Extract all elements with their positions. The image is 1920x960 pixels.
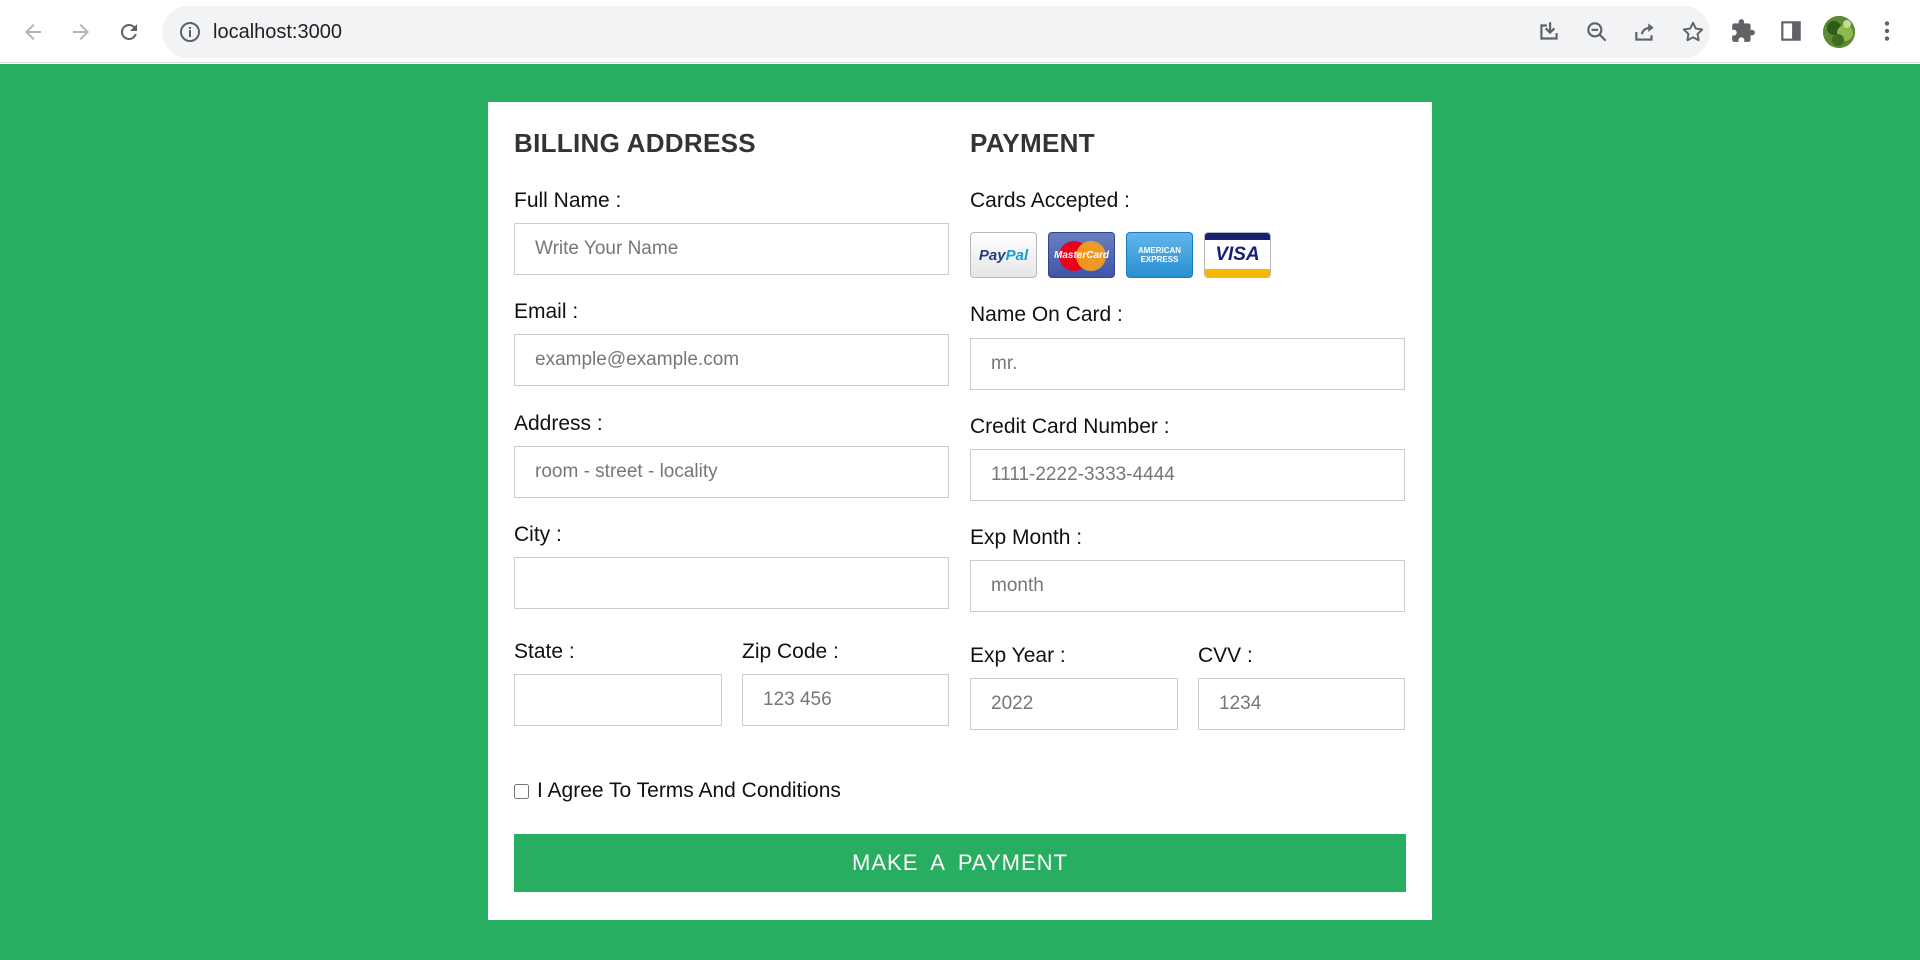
full-name-input[interactable] [514, 223, 949, 275]
exp-month-input[interactable] [970, 560, 1405, 612]
exp-year-label: Exp Year : [970, 644, 1066, 667]
state-input[interactable] [514, 674, 722, 726]
avatar-image [1823, 16, 1855, 48]
make-payment-button[interactable]: MAKE A PAYMENT [514, 834, 1406, 892]
email-label: Email : [514, 300, 579, 323]
address-label: Address : [514, 412, 603, 435]
email-input[interactable] [514, 334, 949, 386]
mastercard-icon: MasterCard [1048, 232, 1115, 278]
city-label: City : [514, 523, 562, 546]
exp-year-input[interactable] [970, 678, 1178, 730]
name-on-card-input[interactable] [970, 338, 1405, 390]
info-icon[interactable] [178, 20, 202, 44]
bookmark-star-icon[interactable] [1680, 19, 1706, 45]
page-viewport: BILLING ADDRESS Full Name : Email : Addr… [0, 64, 1920, 960]
arrow-right-icon [73, 24, 89, 40]
forward-button[interactable] [62, 13, 100, 51]
terms-agreement[interactable]: I Agree To Terms And Conditions [514, 779, 841, 803]
back-button[interactable] [14, 13, 52, 51]
arrow-left-icon [25, 24, 41, 40]
install-app-icon[interactable] [1536, 19, 1562, 45]
address-input[interactable] [514, 446, 949, 498]
visa-icon: VISA [1204, 232, 1271, 278]
terms-checkbox[interactable] [514, 783, 529, 799]
zoom-icon[interactable] [1584, 19, 1610, 45]
cvv-label: CVV : [1198, 644, 1253, 667]
browser-toolbar: localhost:3000 [0, 0, 1920, 63]
url-text[interactable]: localhost:3000 [213, 21, 342, 44]
reload-button[interactable] [110, 13, 148, 51]
card-number-input[interactable] [970, 449, 1405, 501]
full-name-label: Full Name : [514, 189, 622, 212]
side-panel-icon[interactable] [1778, 18, 1804, 44]
terms-label[interactable]: I Agree To Terms And Conditions [537, 779, 841, 803]
payment-heading: PAYMENT [970, 128, 1095, 158]
city-input[interactable] [514, 557, 949, 609]
address-bar[interactable]: localhost:3000 [162, 6, 1710, 58]
checkout-form: BILLING ADDRESS Full Name : Email : Addr… [488, 102, 1432, 920]
amex-icon: AMERICAN EXPRESS [1126, 232, 1193, 278]
name-on-card-label: Name On Card : [970, 303, 1123, 326]
cards-accepted-label: Cards Accepted : [970, 189, 1130, 212]
card-number-label: Credit Card Number : [970, 415, 1170, 438]
zip-label: Zip Code : [742, 640, 839, 663]
share-icon[interactable] [1632, 19, 1658, 45]
zip-input[interactable] [742, 674, 949, 726]
exp-month-label: Exp Month : [970, 526, 1083, 549]
paypal-icon: Pay Pal [970, 232, 1037, 278]
reload-icon [120, 23, 137, 40]
menu-dots-icon[interactable] [1874, 18, 1900, 44]
extensions-icon[interactable] [1730, 18, 1756, 44]
accepted-cards: Pay Pal MasterCard AMERICAN EXPRESS VISA [970, 232, 1271, 278]
profile-avatar[interactable] [1823, 16, 1855, 48]
billing-heading: BILLING ADDRESS [514, 128, 756, 158]
cvv-input[interactable] [1198, 678, 1405, 730]
state-label: State : [514, 640, 575, 663]
